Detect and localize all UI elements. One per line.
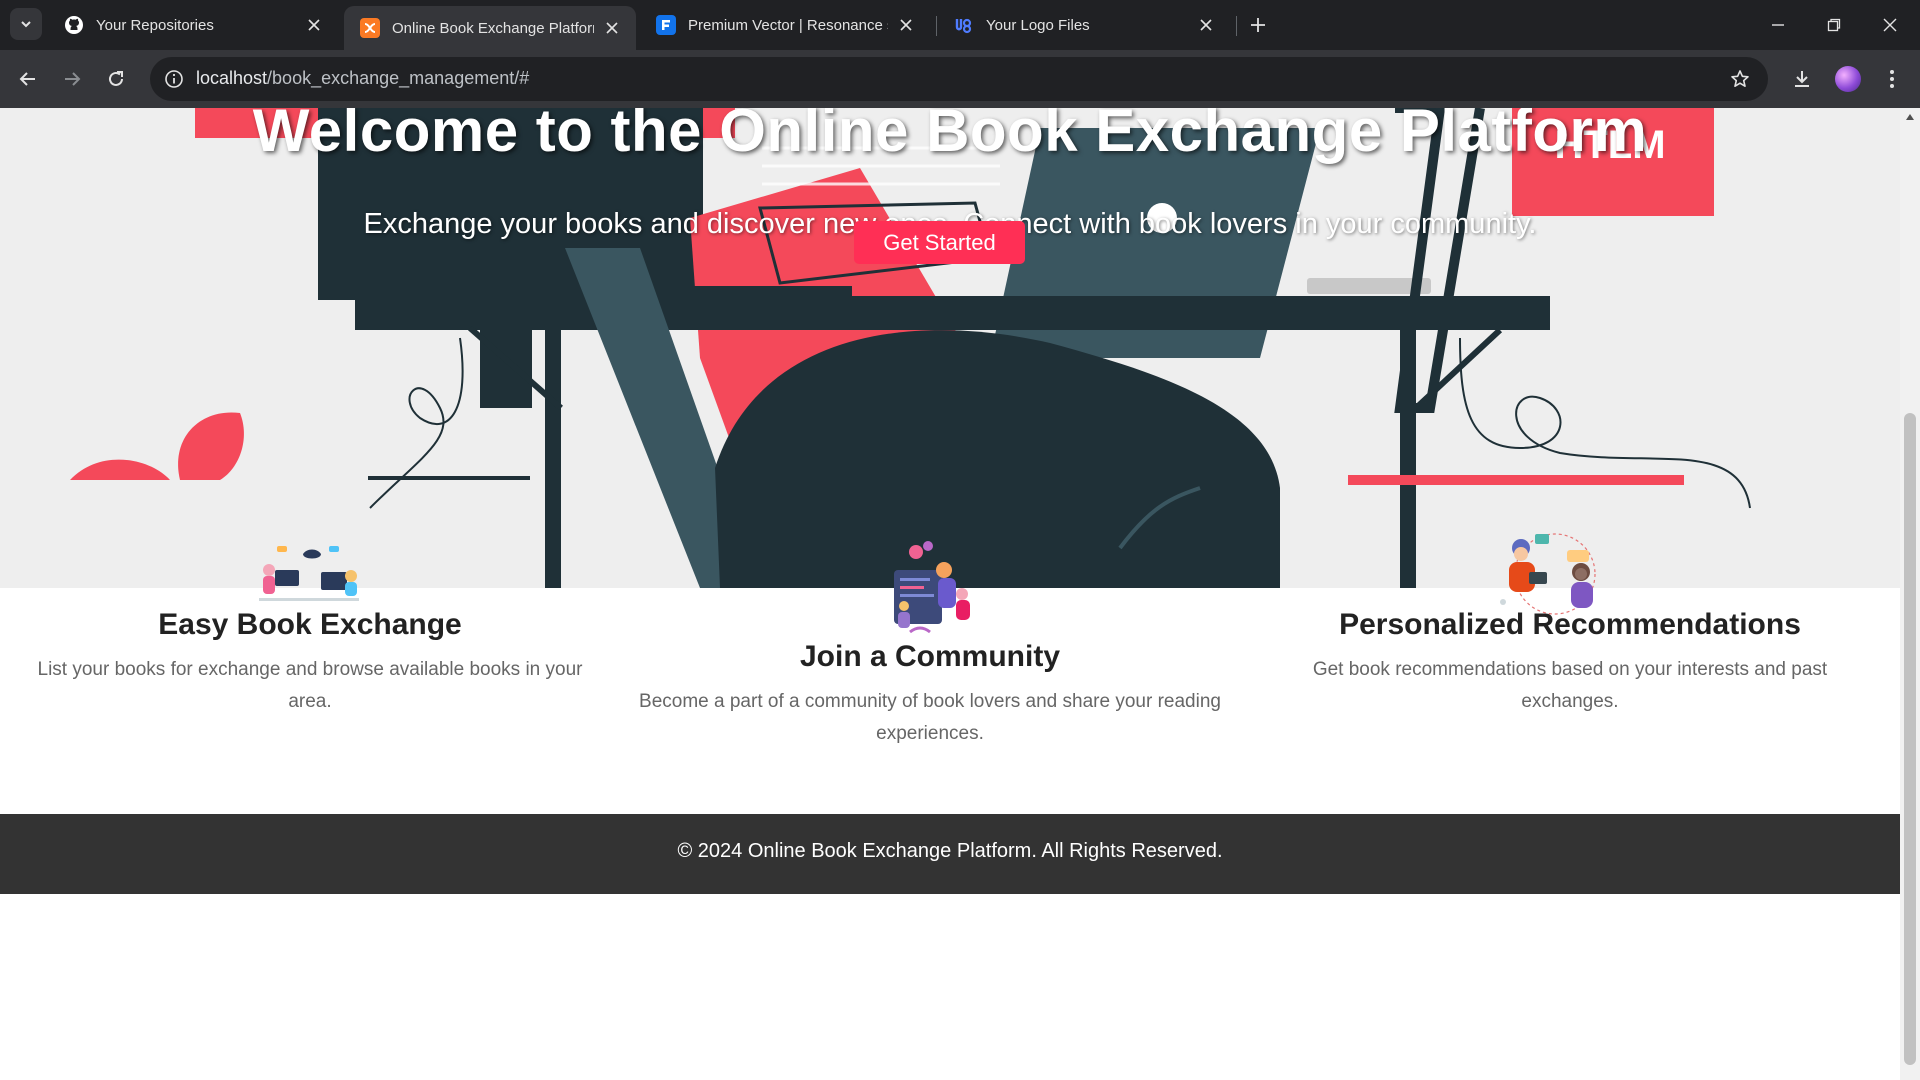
tab-your-logo-files[interactable]: Your Logo Files (938, 8, 1230, 42)
site-info-icon[interactable] (160, 65, 188, 93)
page-viewport: HTLM Welcome to the Online Book Exchange… (0, 108, 1900, 1080)
more-vert-icon (1890, 70, 1894, 88)
minimize-icon (1772, 24, 1784, 26)
downloads-button[interactable] (1786, 63, 1818, 95)
freepik-icon (656, 15, 676, 35)
page-bottom-blank (0, 894, 1900, 1080)
get-started-button[interactable]: Get Started (854, 221, 1025, 264)
arrow-right-icon (65, 72, 81, 86)
tab-separator (1236, 16, 1237, 36)
restore-button[interactable] (1814, 10, 1854, 40)
tab-search-button[interactable] (10, 8, 42, 40)
close-icon[interactable] (602, 18, 622, 38)
page-scrollbar[interactable] (1900, 108, 1920, 1080)
plus-icon (1251, 18, 1265, 32)
window-close-button[interactable] (1870, 10, 1910, 40)
feature-description: List your books for exchange and browse … (37, 659, 583, 712)
minimize-button[interactable] (1758, 10, 1798, 40)
feature-card-recommendations: Personalized Recommendations Get book re… (1240, 480, 1900, 814)
tab-separator (936, 16, 937, 36)
address-bar[interactable]: localhost/book_exchange_management/# (150, 57, 1768, 101)
scrollbar-thumb[interactable] (1904, 413, 1916, 1065)
back-button[interactable] (12, 63, 44, 95)
close-icon (1883, 18, 1897, 32)
recommendations-illustration (1500, 533, 1596, 615)
feature-description: Become a part of a community of book lov… (639, 691, 1221, 744)
scroll-up-arrow-icon[interactable] (1906, 114, 1914, 120)
arrow-left-icon (19, 72, 35, 86)
url-path: /book_exchange_management/# (267, 68, 530, 88)
profile-button[interactable] (1832, 63, 1864, 95)
avatar (1835, 66, 1861, 92)
forward-button[interactable] (56, 63, 88, 95)
feature-title: Easy Book Exchange (158, 608, 462, 641)
feature-title: Personalized Recommendations (1339, 608, 1801, 641)
book-exchange-illustration (259, 546, 359, 601)
tab-title: Your Repositories (96, 16, 214, 34)
bookmark-star-icon[interactable] (1726, 65, 1754, 93)
url-text: localhost/book_exchange_management/# (196, 68, 529, 89)
feature-title: Join a Community (799, 640, 1061, 673)
tab-online-book-exchange[interactable]: Online Book Exchange Platform (344, 6, 636, 50)
close-icon[interactable] (1196, 15, 1216, 35)
feature-description: Get book recommendations based on your i… (1312, 659, 1828, 712)
features-section: Easy Book Exchange List your books for e… (0, 480, 1900, 814)
browser-toolbar: localhost/book_exchange_management/# (0, 50, 1920, 108)
tab-title: Your Logo Files (986, 16, 1090, 34)
xampp-icon (360, 18, 380, 38)
footer-copyright: © 2024 Online Book Exchange Platform. Al… (677, 840, 1223, 862)
download-icon (1795, 71, 1809, 87)
tab-premium-vector[interactable]: Premium Vector | Resonance sound (640, 8, 930, 42)
feature-card-book-exchange: Easy Book Exchange List your books for e… (0, 480, 620, 814)
tab-strip: Your Repositories Online Book Exchange P… (0, 0, 1920, 50)
restore-icon (1827, 18, 1841, 32)
hero-title: Welcome to the Online Book Exchange Plat… (252, 108, 1648, 164)
reload-icon (109, 71, 123, 86)
tab-your-repositories[interactable]: Your Repositories (48, 8, 338, 42)
logo-files-icon (954, 15, 974, 35)
chevron-down-icon (21, 21, 31, 28)
close-icon[interactable] (896, 15, 916, 35)
reload-button[interactable] (100, 63, 132, 95)
new-tab-button[interactable] (1244, 11, 1272, 39)
feature-card-community: Join a Community Become a part of a comm… (620, 480, 1240, 814)
menu-button[interactable] (1876, 63, 1908, 95)
github-icon (64, 15, 84, 35)
community-illustration (894, 541, 970, 634)
url-host: localhost (196, 68, 268, 88)
page-footer: © 2024 Online Book Exchange Platform. Al… (0, 814, 1900, 894)
tab-title: Premium Vector | Resonance sound (688, 16, 888, 34)
tab-title: Online Book Exchange Platform (392, 19, 594, 37)
close-icon[interactable] (304, 15, 324, 35)
